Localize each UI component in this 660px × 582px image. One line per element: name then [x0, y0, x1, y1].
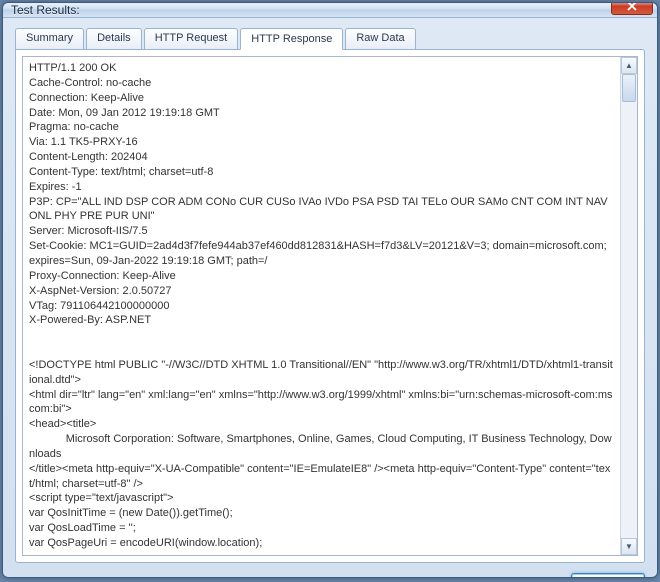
close-icon — [627, 2, 637, 11]
response-textbox-container: HTTP/1.1 200 OK Cache-Control: no-cache … — [22, 56, 638, 556]
tab-details[interactable]: Details — [86, 28, 142, 50]
tab-raw-data[interactable]: Raw Data — [345, 28, 415, 50]
scroll-down-button[interactable]: ▼ — [621, 538, 637, 555]
scroll-track[interactable] — [621, 74, 637, 538]
tab-panel: HTTP/1.1 200 OK Cache-Control: no-cache … — [15, 49, 645, 563]
scroll-thumb[interactable] — [622, 74, 636, 102]
dialog-button-row: Close — [15, 563, 645, 578]
tab-summary[interactable]: Summary — [15, 28, 84, 50]
response-textbox[interactable]: HTTP/1.1 200 OK Cache-Control: no-cache … — [23, 57, 620, 555]
scroll-up-button[interactable]: ▲ — [621, 57, 637, 74]
dialog-window: Test Results: Summary Details HTTP Reque… — [2, 2, 658, 578]
window-title: Test Results: — [11, 3, 611, 17]
vertical-scrollbar[interactable]: ▲ ▼ — [620, 57, 637, 555]
tab-http-request[interactable]: HTTP Request — [144, 28, 239, 50]
dialog-content: Summary Details HTTP Request HTTP Respon… — [3, 18, 657, 578]
close-button[interactable]: Close — [571, 573, 645, 578]
tab-strip: Summary Details HTTP Request HTTP Respon… — [15, 28, 645, 50]
tab-http-response[interactable]: HTTP Response — [240, 28, 343, 50]
titlebar[interactable]: Test Results: — [3, 3, 657, 18]
window-close-button[interactable] — [611, 2, 653, 15]
